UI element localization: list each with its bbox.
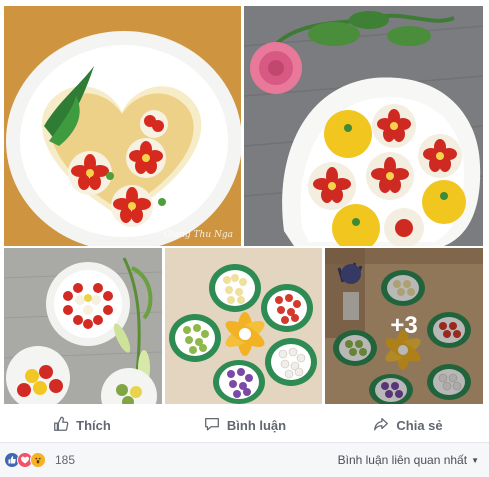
wow-reaction-icon [30, 452, 46, 468]
reactions-summary[interactable]: 185 [4, 452, 75, 468]
photo-2[interactable] [244, 6, 483, 246]
plate-with-rose-image [244, 6, 483, 246]
heart-bowl-image [4, 6, 241, 246]
photo-3[interactable] [4, 248, 162, 404]
photo-watermark: Giang Thu Nga [163, 230, 233, 240]
post-action-bar: Thích Bình luận Chia sẻ [0, 408, 489, 443]
photo-1[interactable]: Giang Thu Nga [4, 6, 241, 246]
plates-lily-image [4, 248, 162, 404]
comment-label: Bình luận [226, 417, 287, 433]
reaction-count: 185 [55, 453, 76, 467]
flower-arrangement-image [165, 248, 322, 404]
photo-gallery: Giang Thu Nga +3 [0, 0, 489, 407]
comment-icon [203, 415, 221, 436]
photo-5-more[interactable]: +3 [325, 248, 483, 404]
chevron-down-icon: ▼ [471, 455, 479, 465]
like-label: Thích [76, 417, 111, 433]
more-photos-overlay[interactable]: +3 [325, 248, 483, 404]
post-footer: 185 Bình luận liên quan nhất ▼ [0, 443, 489, 477]
more-photos-count: +3 [390, 312, 418, 339]
comment-button[interactable]: Bình luận [163, 415, 326, 436]
thumbs-up-icon [52, 415, 70, 436]
share-label: Chia sẻ [396, 417, 443, 433]
comment-sort-dropdown[interactable]: Bình luận liên quan nhất ▼ [338, 453, 479, 467]
share-button[interactable]: Chia sẻ [326, 415, 489, 436]
share-icon [372, 415, 390, 436]
photo-4[interactable] [165, 248, 322, 404]
comment-sort-label: Bình luận liên quan nhất [337, 453, 468, 467]
like-button[interactable]: Thích [0, 415, 163, 436]
reaction-icons [4, 452, 46, 468]
